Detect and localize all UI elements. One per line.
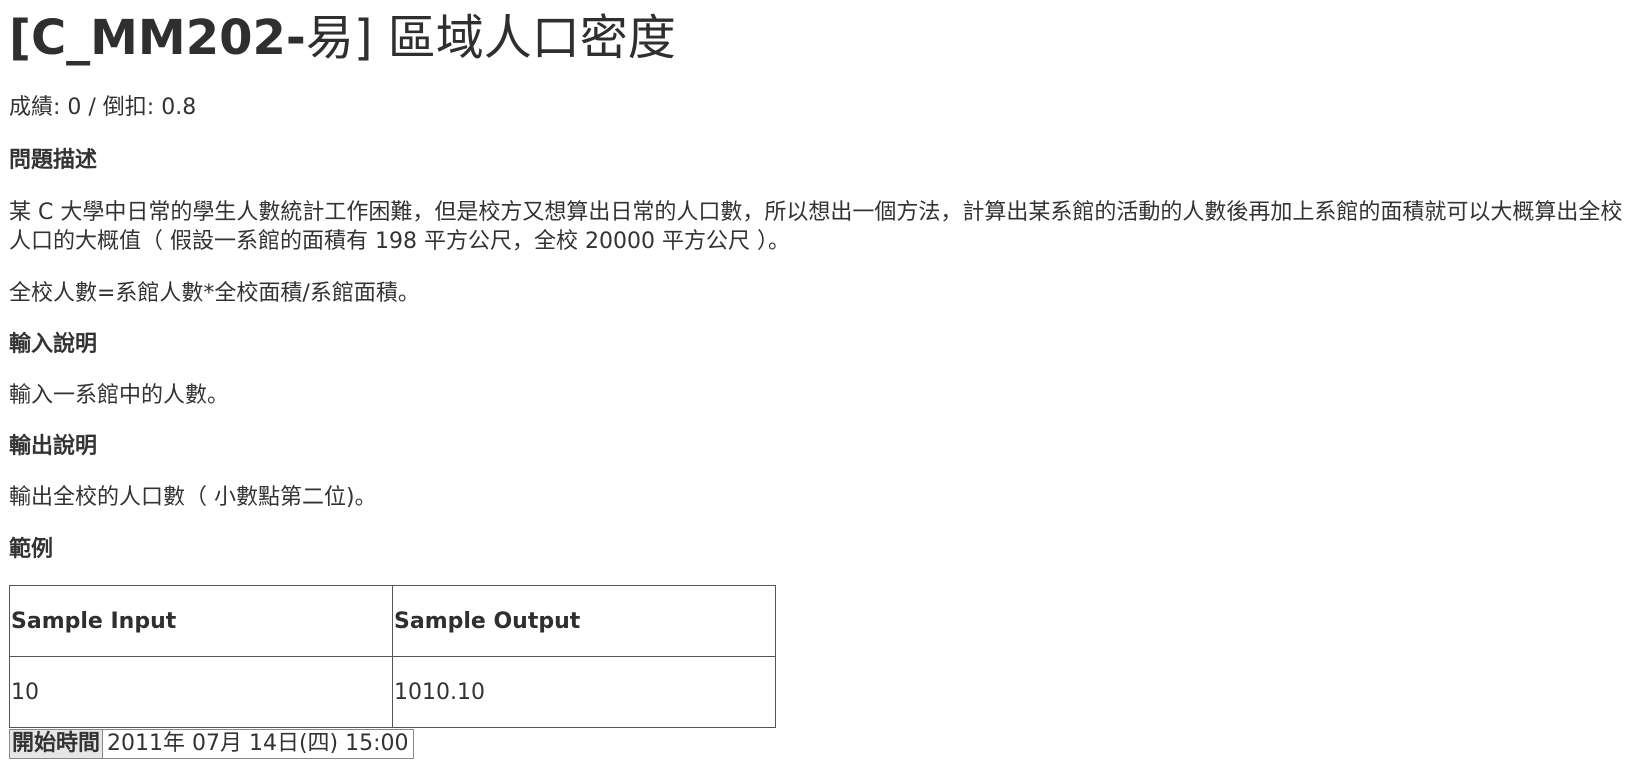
start-time-row: 開始時間 2011年 07月 14日(四) 15:00	[9, 729, 414, 759]
score-text: 成績: 0 / 倒扣: 0.8	[9, 95, 197, 120]
start-time-label: 開始時間	[9, 729, 104, 759]
input-text: 輸入一系館中的人數。	[9, 383, 230, 408]
problem-name: 易] 區域人口密度	[305, 10, 676, 66]
sample-output-header: Sample Output	[392, 585, 776, 657]
example-heading: 範例	[9, 537, 54, 562]
description-paragraph: 某 C 大學中日常的學生人數統計工作困難，但是校方又想算出日常的人口數，所以想出…	[9, 200, 1623, 254]
description-heading: 問題描述	[9, 148, 98, 173]
sample-input-header: Sample Input	[9, 585, 393, 657]
table-row: 10 1010.10	[9, 656, 776, 728]
sample-table: Sample Input Sample Output 10 1010.10	[9, 585, 776, 728]
formula-paragraph: 全校人數=系館人數*全校面積/系館面積。	[9, 281, 420, 306]
problem-code: [C_MM202-	[9, 10, 306, 66]
page-title: [C_MM202-易] 區域人口密度	[9, 10, 676, 66]
start-time-value: 2011年 07月 14日(四) 15:00	[103, 729, 414, 759]
output-heading: 輸出說明	[9, 434, 98, 459]
input-heading: 輸入說明	[9, 332, 98, 357]
output-text: 輸出全校的人口數（ 小數點第二位)。	[9, 485, 377, 510]
sample-output-value: 1010.10	[392, 656, 776, 728]
sample-input-value: 10	[9, 656, 393, 728]
table-header-row: Sample Input Sample Output	[9, 585, 776, 657]
